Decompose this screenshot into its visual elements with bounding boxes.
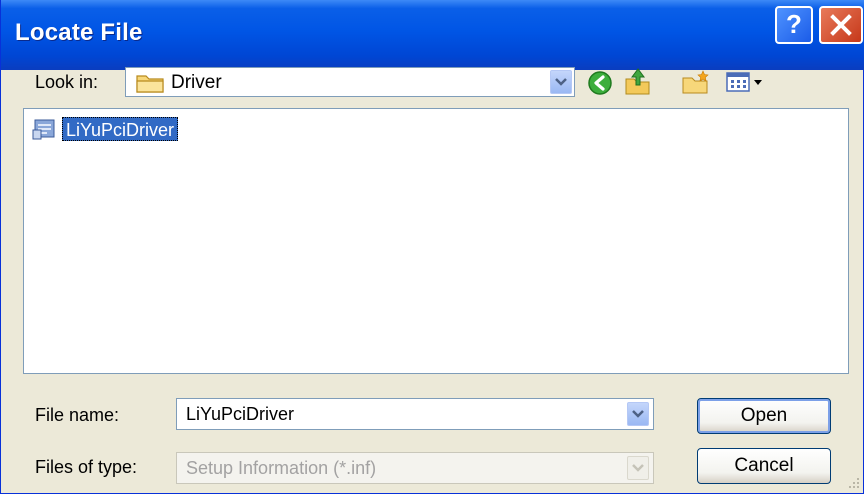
look-in-label: Look in: (35, 72, 99, 92)
close-button[interactable] (819, 6, 863, 44)
look-in-combo[interactable]: Driver (125, 67, 575, 97)
setup-file-icon (32, 119, 55, 140)
title-bar[interactable]: Locate File ? (1, 0, 864, 70)
file-name-dropdown-button[interactable] (627, 402, 649, 426)
cancel-button[interactable]: Cancel (697, 448, 831, 484)
help-button[interactable]: ? (775, 6, 813, 44)
resize-grip-icon[interactable] (847, 476, 861, 490)
new-folder-icon[interactable] (681, 70, 711, 96)
chevron-down-icon (632, 410, 644, 418)
file-type-dropdown-button[interactable] (627, 456, 649, 480)
chevron-down-icon (555, 78, 567, 86)
view-menu-button[interactable] (725, 71, 765, 95)
file-name-field[interactable]: LiYuPciDriver (176, 398, 654, 430)
locate-file-dialog: Locate File ? Look in: Driver LiYuPciDri… (0, 0, 864, 494)
folder-icon (136, 75, 164, 93)
look-in-dropdown-button[interactable] (550, 70, 572, 94)
window-title: Locate File (15, 19, 143, 46)
back-icon[interactable] (587, 70, 613, 96)
file-name-value: LiYuPciDriver (186, 404, 295, 424)
file-name-field-label: File name: (35, 405, 120, 425)
open-button[interactable]: Open (697, 398, 831, 434)
file-type-combo[interactable]: Setup Information (*.inf) (176, 452, 654, 484)
help-icon: ? (786, 9, 802, 39)
view-menu-icon (726, 72, 762, 92)
file-list[interactable]: LiYuPciDriver (23, 108, 849, 374)
close-icon (830, 14, 852, 36)
file-type-value: Setup Information (*.inf) (186, 458, 377, 478)
file-type-field-label: Files of type: (35, 457, 138, 477)
look-in-value: Driver (171, 72, 222, 93)
chevron-down-icon (632, 464, 644, 472)
up-folder-icon[interactable] (623, 67, 653, 97)
file-name-label: LiYuPciDriver (62, 117, 179, 141)
